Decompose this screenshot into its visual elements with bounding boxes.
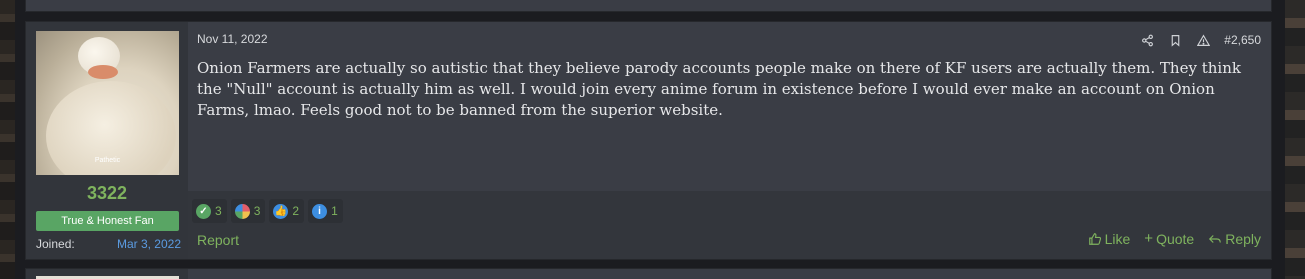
- post-footer: ✓ 3 3 👍 2 i 1 Report Like + Quote Reply: [188, 191, 1271, 259]
- previous-post-fragment: [25, 0, 1272, 12]
- thumbs-up-icon: 👍: [273, 203, 289, 219]
- post-number[interactable]: #2,650: [1224, 33, 1261, 47]
- next-post-user-column: [26, 269, 188, 279]
- share-icon[interactable]: [1136, 32, 1158, 48]
- thumbs-up-outline-icon: [1088, 233, 1101, 245]
- page-background-left: [0, 0, 15, 279]
- post-date[interactable]: Nov 11, 2022: [197, 32, 268, 46]
- reaction-check[interactable]: ✓ 3: [192, 199, 227, 223]
- post-body: Onion Farmers are actually so autistic t…: [197, 59, 1241, 119]
- joined-label: Joined:: [36, 237, 75, 251]
- joined-info: Joined: Mar 3, 2022: [36, 237, 181, 251]
- reaction-count: 3: [215, 204, 222, 218]
- plus-icon: +: [1144, 230, 1154, 247]
- warning-icon[interactable]: [1192, 32, 1214, 48]
- joined-date: Mar 3, 2022: [116, 237, 181, 251]
- reaction-count: 3: [253, 204, 261, 218]
- reaction-thumbs-up[interactable]: 👍 2: [269, 199, 305, 223]
- reply-arrow-icon: [1209, 235, 1222, 243]
- info-icon: i: [312, 203, 328, 219]
- reaction-pinwheel[interactable]: 3: [230, 199, 266, 223]
- post-actions: Like + Quote Reply: [1088, 231, 1261, 247]
- reactions-bar: ✓ 3 3 👍 2 i 1: [192, 199, 343, 223]
- username[interactable]: 3322: [26, 183, 188, 204]
- post-tools: #2,650: [1130, 32, 1261, 48]
- user-info-column: Pathetic 3322 True & Honest Fan Joined: …: [26, 22, 188, 259]
- reply-button[interactable]: Reply: [1208, 231, 1261, 247]
- like-button[interactable]: Like: [1088, 231, 1131, 247]
- reaction-count: 2: [292, 204, 300, 218]
- user-title-badge: True & Honest Fan: [36, 211, 179, 231]
- forum-post: Pathetic 3322 True & Honest Fan Joined: …: [25, 21, 1272, 260]
- avatar[interactable]: Pathetic: [36, 31, 179, 175]
- quote-label: Quote: [1156, 231, 1195, 247]
- like-label: Like: [1104, 231, 1131, 247]
- reaction-count: 1: [331, 204, 338, 218]
- check-icon: ✓: [196, 203, 211, 219]
- avatar-beak: [88, 65, 118, 79]
- avatar-caption: Pathetic: [94, 157, 121, 164]
- report-link[interactable]: Report: [197, 232, 239, 248]
- bookmark-icon[interactable]: [1164, 32, 1186, 48]
- page-background-right: [1285, 0, 1305, 279]
- next-post-fragment: [25, 268, 1272, 279]
- pinwheel-icon: [234, 203, 250, 219]
- reply-label: Reply: [1225, 231, 1261, 247]
- quote-button[interactable]: + Quote: [1144, 231, 1194, 247]
- reaction-info[interactable]: i 1: [308, 199, 343, 223]
- post-main: Nov 11, 2022 #2,650 Onion Farmers are ac…: [188, 22, 1271, 259]
